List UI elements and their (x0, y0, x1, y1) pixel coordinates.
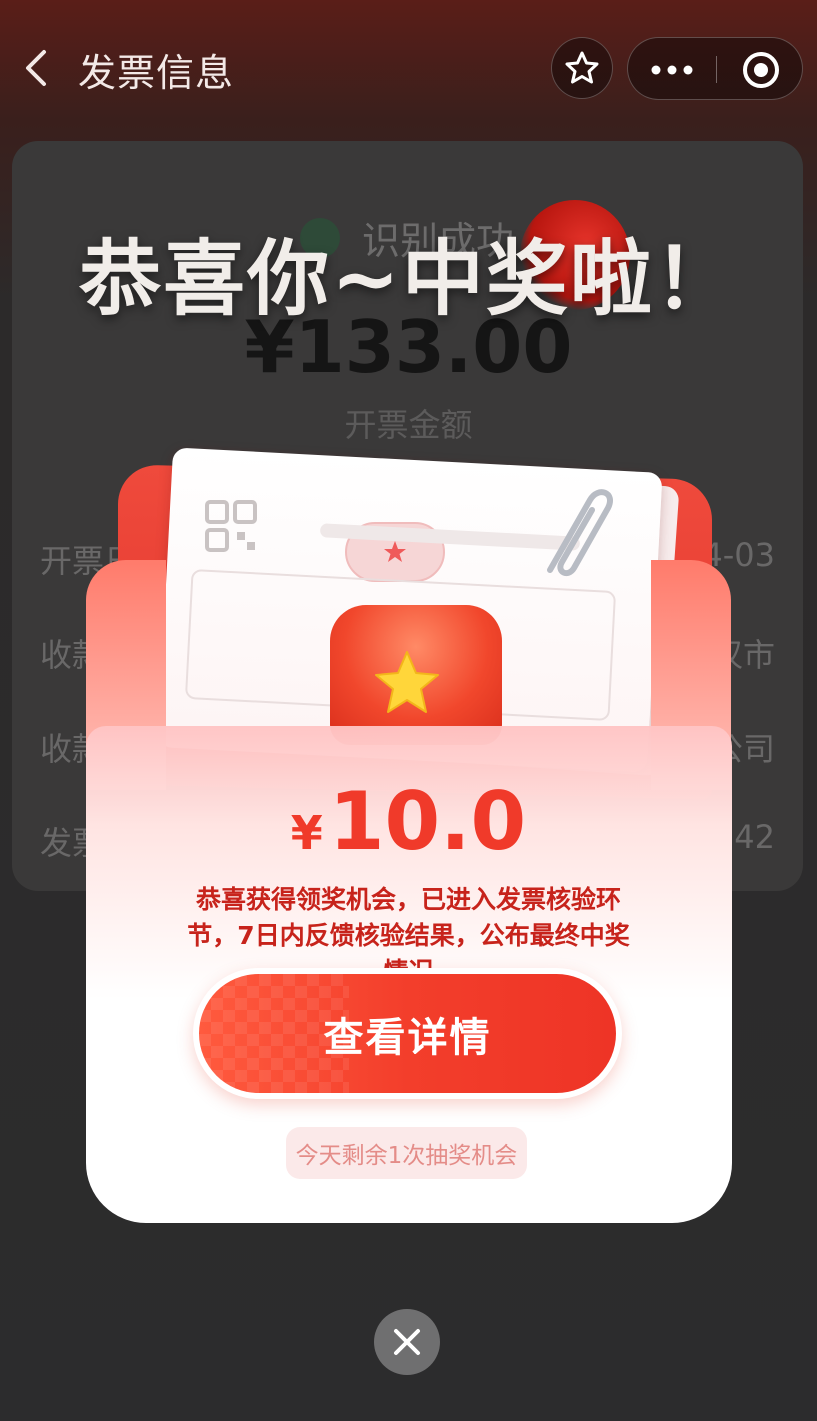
exit-miniprogram-button[interactable] (717, 38, 804, 101)
remaining-chances: 今天剩余1次抽奖机会 (286, 1127, 527, 1179)
view-details-button-face[interactable]: 查看详情 (199, 974, 616, 1093)
prize-currency: ¥ (290, 806, 323, 860)
page-title: 发票信息 (78, 51, 235, 95)
view-details-button[interactable]: 查看详情 (193, 968, 622, 1099)
prize-amount: ¥10.0 (0, 775, 817, 868)
more-button[interactable] (628, 38, 716, 101)
nav-bar: 发票信息 (0, 0, 817, 135)
qr-code-icon (205, 500, 257, 552)
more-dots-icon (651, 65, 693, 74)
chevron-left-icon (26, 50, 46, 86)
paperclip-icon (547, 489, 613, 577)
congrats-title: 恭喜你~中奖啦！ (79, 232, 738, 327)
favorite-button[interactable] (551, 37, 613, 99)
view-details-label: 查看详情 (323, 1014, 492, 1061)
invoice-amount-label: 开票金额 (344, 406, 473, 444)
miniprogram-capsule (627, 37, 803, 100)
target-icon (742, 51, 779, 88)
gold-star-icon (375, 651, 439, 713)
stamp-star-icon (384, 541, 406, 562)
close-icon (394, 1329, 420, 1355)
close-modal-button[interactable] (374, 1309, 440, 1375)
prize-value: 10.0 (328, 775, 527, 868)
star-icon (565, 51, 599, 84)
back-button[interactable] (18, 46, 58, 90)
